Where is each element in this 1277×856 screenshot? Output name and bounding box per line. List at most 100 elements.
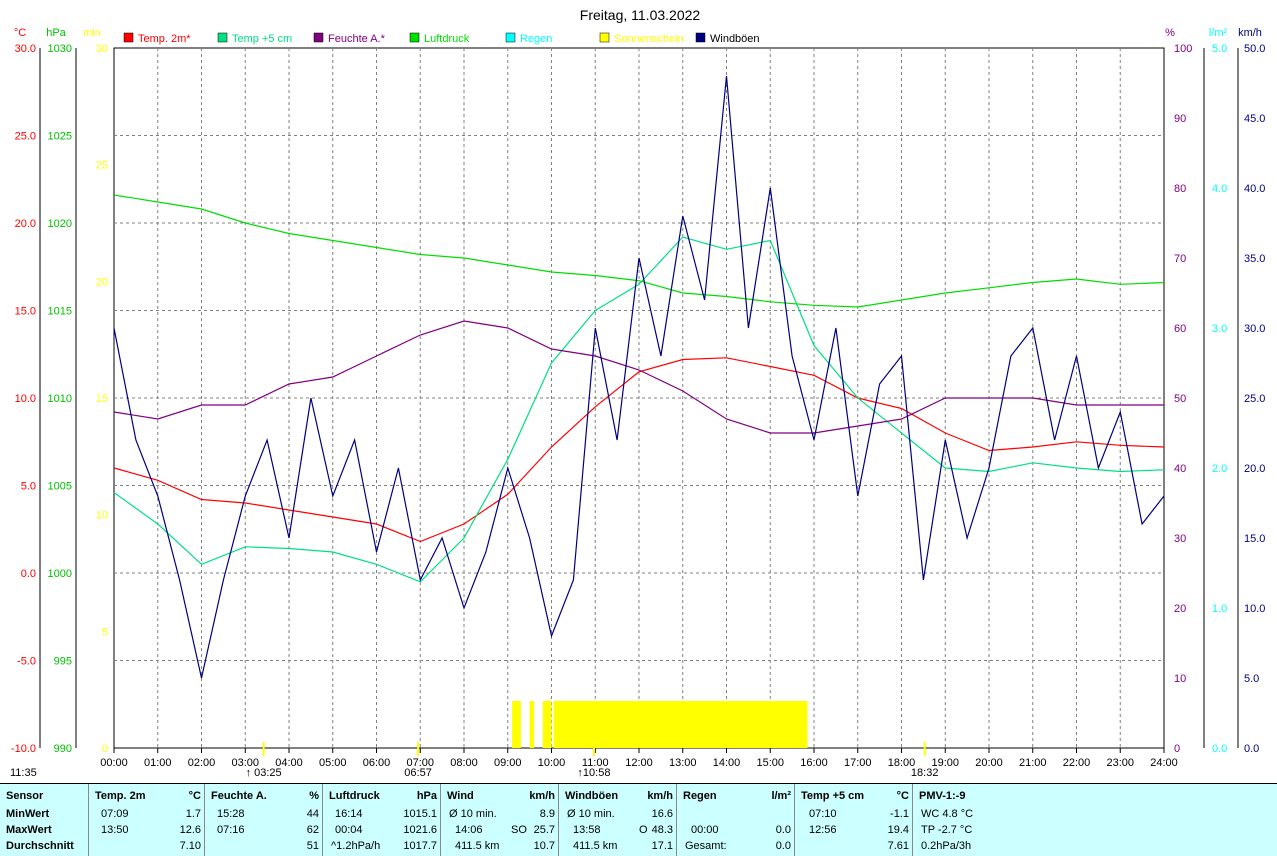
legend-label: Regen <box>520 33 552 45</box>
left-axis-tick: 1000 <box>48 568 72 580</box>
col-luftdruck: Luftdruck hPa 16:14 00:04 ^1.2hPa/h 1015… <box>322 784 441 856</box>
x-tick-label: 17:00 <box>844 757 872 769</box>
right-axis-tick: 50 <box>1174 393 1186 405</box>
windboeen-unit: km/h <box>647 790 673 802</box>
x-tick-label: 20:00 <box>975 757 1003 769</box>
temp2m-header: Temp. 2m <box>95 790 146 802</box>
legend-swatch <box>505 32 516 43</box>
windboeen-avg10-label: Ø 10 min. <box>567 808 615 820</box>
windboeen-distance: 411.5 km <box>573 840 618 852</box>
x-tick-label: 02:00 <box>188 757 216 769</box>
weather-chart: Freitag, 11.03.2022 Temp. 2m* Temp +5 cm F… <box>0 0 1277 783</box>
left-axis-tick: 15 <box>96 393 108 405</box>
sunshine-bar <box>553 701 808 748</box>
right-axis-tick: 1.0 <box>1212 603 1227 615</box>
x-tick-label: 24:00 <box>1150 757 1178 769</box>
windboeen-direction: O <box>639 824 648 836</box>
temp5-min: -1.1 <box>890 808 909 820</box>
right-axis-tick: 100 <box>1174 43 1192 55</box>
right-axis-tick: 70 <box>1174 253 1186 265</box>
wind-max: 25.7 <box>533 824 555 836</box>
x-tick-label: 15:00 <box>756 757 784 769</box>
temp2m-max: 12.6 <box>179 824 201 836</box>
col-temp2m: Temp. 2m °C 07:09 13:50 1.7 12.6 7.10 <box>88 784 205 856</box>
col-windboeen: Windböen km/h Ø 10 min. 13:58 411.5 km O… <box>558 784 677 856</box>
feuchte-min-time: 15:28 <box>217 808 245 820</box>
pmv-header: PMV-1:-9 <box>919 790 966 802</box>
wind-unit: km/h <box>529 790 555 802</box>
right-axis-tick: 4.0 <box>1212 183 1227 195</box>
right-axis-unit: l/m² <box>1209 27 1228 39</box>
right-axis-tick: 35.0 <box>1244 253 1265 265</box>
left-axis-tick: 1020 <box>48 218 72 230</box>
feuchte-unit: % <box>309 790 319 802</box>
legend-label: Temp. 2m* <box>138 33 191 45</box>
left-axis-tick: 20 <box>96 276 108 288</box>
x-tick-label: 16:00 <box>800 757 828 769</box>
left-axis-tick: 25 <box>96 160 108 172</box>
left-axis-unit: °C <box>14 27 26 39</box>
col-feuchte: Feuchte A. % 15:28 07:16 44 62 51 <box>204 784 323 856</box>
x-tick-label: 14:00 <box>713 757 741 769</box>
feuchte-min: 44 <box>306 808 319 820</box>
temp2m-min-time: 07:09 <box>101 808 129 820</box>
x-tick-label: 23:00 <box>1106 757 1134 769</box>
x-tick-label: 22:00 <box>1063 757 1091 769</box>
x-tick-label: 00:00 <box>100 757 128 769</box>
right-axis-tick: 0 <box>1174 743 1180 755</box>
right-axis-tick: 10.0 <box>1244 603 1265 615</box>
right-axis-tick: 0.0 <box>1212 743 1227 755</box>
col-pmv: PMV-1:-9 WC 4.8 °C TP -2.7 °C 0.2hPa/3h <box>912 784 1277 856</box>
sunshine-bar <box>542 701 552 748</box>
left-axis-tick: 20.0 <box>15 218 36 230</box>
right-axis-tick: 60 <box>1174 323 1186 335</box>
sun-marker-label: 18:32 <box>911 767 939 779</box>
legend-label: Sonnenschein <box>614 33 684 45</box>
right-axis-tick: 40 <box>1174 463 1186 475</box>
wind-avg10: 8.9 <box>539 808 555 820</box>
left-axis-tick: 10 <box>96 510 108 522</box>
legend-swatch <box>313 32 324 43</box>
pmv-tp: TP -2.7 °C <box>921 824 973 836</box>
sun-marker-label: ↑ 03:25 <box>246 767 282 779</box>
right-axis-tick: 80 <box>1174 183 1186 195</box>
row-avg: Durchschnitt <box>6 840 74 852</box>
right-axis-tick: 90 <box>1174 113 1186 125</box>
sunshine-bar <box>529 701 534 748</box>
x-tick-label: 21:00 <box>1019 757 1047 769</box>
luftdruck-min-time: 16:14 <box>335 808 363 820</box>
legend-swatch <box>123 32 134 43</box>
luftdruck-trend: ^1.2hPa/h <box>331 840 381 852</box>
right-axis-tick: 50.0 <box>1244 43 1265 55</box>
col-wind: Wind km/h Ø 10 min. 14:06 411.5 km SO 8.… <box>440 784 559 856</box>
legend-swatch <box>409 32 420 43</box>
legend-swatch <box>217 32 228 43</box>
x-tick-label: 09:00 <box>494 757 522 769</box>
right-axis-tick: 15.0 <box>1244 533 1265 545</box>
left-bottom-label: 11:35 <box>10 767 37 779</box>
temp2m-max-time: 13:50 <box>101 824 129 836</box>
wind-avg10-label: Ø 10 min. <box>449 808 497 820</box>
feuchte-max-time: 07:16 <box>217 824 245 836</box>
row-max: MaxWert <box>6 824 52 836</box>
wind-header: Wind <box>447 790 474 802</box>
legend-label: Luftdruck <box>424 33 470 45</box>
luftdruck-header: Luftdruck <box>329 790 380 802</box>
sunshine-bars <box>512 701 808 748</box>
temp5-max-time: 12:56 <box>809 824 837 836</box>
col-sensor: Sensor MinWert MaxWert Durchschnitt <box>0 784 88 856</box>
left-axis-tick: 15.0 <box>15 306 36 318</box>
left-axis-tick: 0 <box>102 743 108 755</box>
right-axis-tick: 20.0 <box>1244 463 1265 475</box>
temp2m-min: 1.7 <box>185 808 201 820</box>
row-min: MinWert <box>6 808 50 820</box>
col-temp5: Temp +5 cm °C 07:10 12:56 -1.1 19.4 7.61 <box>794 784 913 856</box>
windboeen-max-time: 13:58 <box>573 824 601 836</box>
x-tick-label: 01:00 <box>144 757 172 769</box>
right-axis-tick: 10 <box>1174 673 1186 685</box>
chart-title: Freitag, 11.03.2022 <box>580 7 701 23</box>
x-tick-label: 13:00 <box>669 757 697 769</box>
right-axis-unit: % <box>1165 27 1175 39</box>
legend-label: Temp +5 cm <box>232 33 292 45</box>
regen-max: 0.0 <box>775 824 791 836</box>
